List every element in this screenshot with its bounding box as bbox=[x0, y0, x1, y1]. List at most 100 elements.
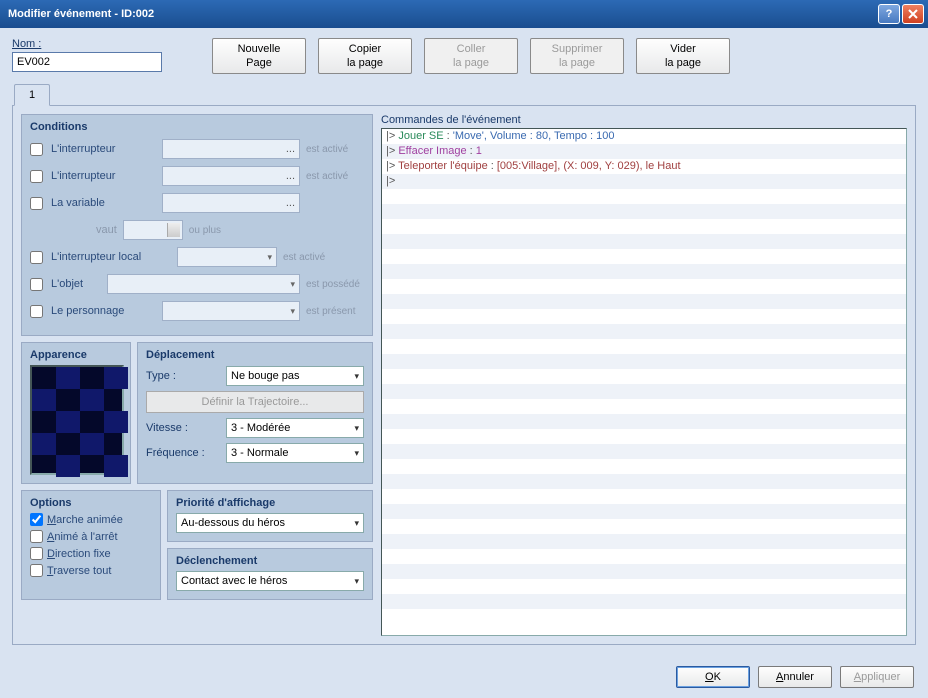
command-row[interactable] bbox=[382, 339, 906, 354]
cond-switch2-field[interactable]: ... bbox=[162, 166, 300, 186]
command-row[interactable]: |> Jouer SE : 'Move', Volume : 80, Tempo… bbox=[382, 129, 906, 144]
command-row[interactable]: |> bbox=[382, 174, 906, 189]
clear-page-button[interactable]: Vider la page bbox=[636, 38, 730, 74]
copy-page-button[interactable]: Copier la page bbox=[318, 38, 412, 74]
cond-item-label: L'objet bbox=[51, 278, 101, 290]
options-title: Options bbox=[30, 497, 152, 509]
cond-item-field[interactable] bbox=[107, 274, 300, 294]
appearance-preview[interactable] bbox=[30, 365, 124, 475]
priority-select[interactable]: Au-dessous du héros bbox=[176, 513, 364, 533]
command-row[interactable] bbox=[382, 309, 906, 324]
command-row[interactable] bbox=[382, 519, 906, 534]
command-row[interactable] bbox=[382, 594, 906, 609]
command-row[interactable]: |> Effacer Image : 1 bbox=[382, 144, 906, 159]
cond-item-suffix: est possédé bbox=[306, 279, 364, 290]
cond-switch2-row: L'interrupteur ... est activé bbox=[30, 165, 364, 187]
cond-selfswitch-check[interactable] bbox=[30, 251, 43, 264]
cond-variable-row: La variable ... bbox=[30, 192, 364, 214]
command-row[interactable] bbox=[382, 399, 906, 414]
command-row[interactable] bbox=[382, 414, 906, 429]
cond-actor-suffix: est présent bbox=[306, 306, 364, 317]
opt-dir-fix[interactable]: Direction fixe bbox=[30, 547, 152, 560]
cond-actor-field[interactable] bbox=[162, 301, 300, 321]
cond-actor-check[interactable] bbox=[30, 305, 43, 318]
command-row[interactable] bbox=[382, 579, 906, 594]
command-row[interactable] bbox=[382, 234, 906, 249]
command-row[interactable] bbox=[382, 249, 906, 264]
command-row[interactable] bbox=[382, 384, 906, 399]
conditions-group: Conditions L'interrupteur ... est activé… bbox=[21, 114, 373, 336]
command-row[interactable] bbox=[382, 459, 906, 474]
name-input[interactable] bbox=[12, 52, 162, 72]
main-panel: Conditions L'interrupteur ... est activé… bbox=[12, 105, 916, 645]
commands-column: Commandes de l'événement |> Jouer SE : '… bbox=[381, 114, 907, 636]
movement-type-label: Type : bbox=[146, 370, 218, 382]
cond-switch1-field[interactable]: ... bbox=[162, 139, 300, 159]
movement-group: Déplacement Type : Ne bouge pas Définir … bbox=[137, 342, 373, 484]
command-row[interactable] bbox=[382, 444, 906, 459]
close-button[interactable] bbox=[902, 4, 924, 24]
opt-step-anim[interactable]: Animé à l'arrêt bbox=[30, 530, 152, 543]
opt-step-anim-check[interactable] bbox=[30, 530, 43, 543]
command-row[interactable] bbox=[382, 549, 906, 564]
command-row[interactable] bbox=[382, 219, 906, 234]
command-row[interactable] bbox=[382, 204, 906, 219]
movement-speed-label: Vitesse : bbox=[146, 422, 218, 434]
help-button[interactable]: ? bbox=[878, 4, 900, 24]
command-row[interactable] bbox=[382, 534, 906, 549]
commands-list[interactable]: |> Jouer SE : 'Move', Volume : 80, Tempo… bbox=[381, 128, 907, 636]
trigger-group: Déclenchement Contact avec le héros bbox=[167, 548, 373, 600]
trajectory-button: Définir la Trajectoire... bbox=[146, 391, 364, 413]
command-row[interactable] bbox=[382, 354, 906, 369]
command-row[interactable] bbox=[382, 474, 906, 489]
tab-1[interactable]: 1 bbox=[14, 84, 50, 106]
command-row[interactable] bbox=[382, 369, 906, 384]
cancel-button[interactable]: Annuler bbox=[758, 666, 832, 688]
opt-walk-anim-check[interactable] bbox=[30, 513, 43, 526]
movement-speed-select[interactable]: 3 - Modérée bbox=[226, 418, 364, 438]
cond-switch1-check[interactable] bbox=[30, 143, 43, 156]
cond-vaut-suffix: ou plus bbox=[189, 225, 247, 236]
top-row: Nom : Nouvelle Page Copier la page Colle… bbox=[12, 38, 916, 74]
opt-walk-anim[interactable]: Marche animée bbox=[30, 513, 152, 526]
command-row[interactable] bbox=[382, 324, 906, 339]
command-row[interactable] bbox=[382, 279, 906, 294]
opt-through[interactable]: Traverse tout bbox=[30, 564, 152, 577]
command-row[interactable] bbox=[382, 609, 906, 624]
appearance-movement-row: Apparence Déplacement Type : Ne bouge pa… bbox=[21, 342, 373, 484]
movement-freq-select[interactable]: 3 - Normale bbox=[226, 443, 364, 463]
new-page-button[interactable]: Nouvelle Page bbox=[212, 38, 306, 74]
command-row[interactable] bbox=[382, 564, 906, 579]
cond-switch2-suffix: est activé bbox=[306, 171, 364, 182]
movement-type-select[interactable]: Ne bouge pas bbox=[226, 366, 364, 386]
trigger-select[interactable]: Contact avec le héros bbox=[176, 571, 364, 591]
cond-selfswitch-field[interactable] bbox=[177, 247, 277, 267]
name-block: Nom : bbox=[12, 38, 172, 72]
cond-actor-row: Le personnage est présent bbox=[30, 300, 364, 322]
command-row[interactable] bbox=[382, 189, 906, 204]
options-group: Options Marche animée Animé à l'arrêt Di… bbox=[21, 490, 161, 600]
command-row[interactable] bbox=[382, 429, 906, 444]
command-row[interactable] bbox=[382, 264, 906, 279]
dialog-buttons: OK Annuler Appliquer bbox=[676, 666, 914, 688]
opt-through-check[interactable] bbox=[30, 564, 43, 577]
command-row[interactable] bbox=[382, 489, 906, 504]
command-row[interactable] bbox=[382, 504, 906, 519]
opt-dir-fix-check[interactable] bbox=[30, 547, 43, 560]
cond-item-check[interactable] bbox=[30, 278, 43, 291]
appearance-group: Apparence bbox=[21, 342, 131, 484]
cond-vaut-spin[interactable] bbox=[123, 220, 183, 240]
movement-title: Déplacement bbox=[146, 349, 364, 361]
delete-page-button: Supprimer la page bbox=[530, 38, 624, 74]
page-buttons: Nouvelle Page Copier la page Coller la p… bbox=[212, 38, 730, 74]
cond-switch2-check[interactable] bbox=[30, 170, 43, 183]
close-icon bbox=[908, 9, 918, 19]
cond-variable-check[interactable] bbox=[30, 197, 43, 210]
apply-button: Appliquer bbox=[840, 666, 914, 688]
cond-variable-field[interactable]: ... bbox=[162, 193, 300, 213]
command-row[interactable] bbox=[382, 294, 906, 309]
command-row[interactable]: |> Teleporter l'équipe : [005:Village], … bbox=[382, 159, 906, 174]
movement-freq-label: Fréquence : bbox=[146, 447, 218, 459]
trigger-title: Déclenchement bbox=[176, 555, 364, 567]
ok-button[interactable]: OK bbox=[676, 666, 750, 688]
